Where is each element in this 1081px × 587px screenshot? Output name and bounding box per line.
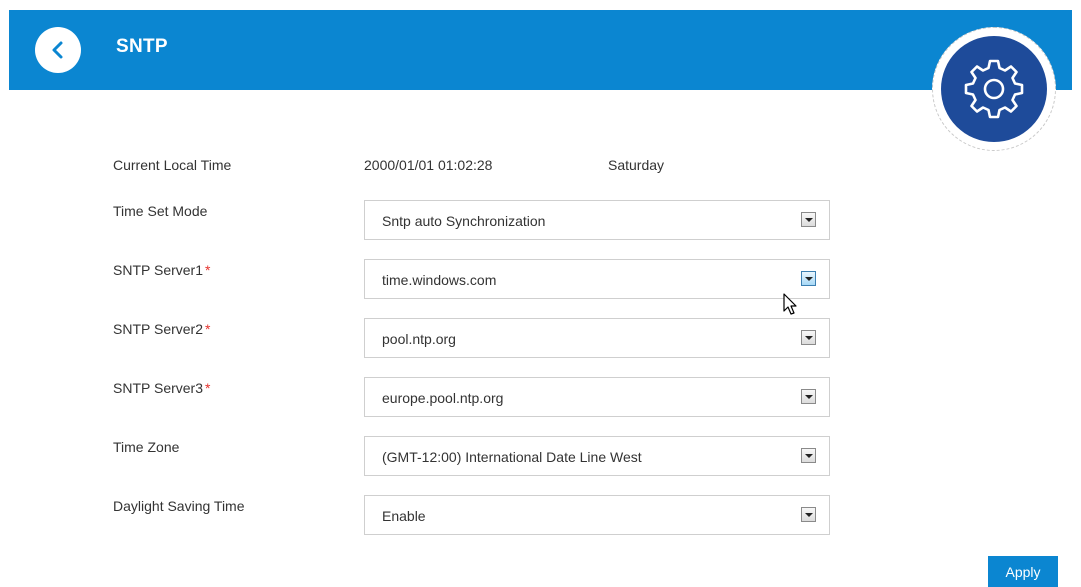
sntp-server2-label: SNTP Server2 * bbox=[113, 321, 211, 337]
required-mark: * bbox=[205, 380, 211, 396]
page-title: SNTP bbox=[116, 36, 168, 57]
gear-icon bbox=[964, 59, 1024, 119]
time-set-mode-select[interactable]: Sntp auto Synchronization bbox=[364, 200, 830, 240]
sntp-server1-select[interactable]: time.windows.com bbox=[364, 259, 830, 299]
dropdown-arrow-icon[interactable] bbox=[801, 330, 816, 345]
current-weekday: Saturday bbox=[608, 157, 665, 173]
settings-badge bbox=[941, 36, 1047, 142]
sntp-server1-value: time.windows.com bbox=[382, 272, 497, 288]
chevron-left-icon bbox=[52, 41, 63, 59]
time-set-mode-value: Sntp auto Synchronization bbox=[382, 213, 546, 229]
daylight-saving-label: Daylight Saving Time bbox=[113, 498, 245, 514]
sntp-server1-label: SNTP Server1 * bbox=[113, 262, 211, 278]
sntp-server3-value: europe.pool.ntp.org bbox=[382, 390, 504, 406]
mouse-cursor-icon bbox=[783, 293, 797, 315]
required-mark: * bbox=[205, 321, 211, 337]
dropdown-arrow-icon[interactable] bbox=[801, 507, 816, 522]
daylight-saving-select[interactable]: Enable bbox=[364, 495, 830, 535]
dropdown-arrow-icon[interactable] bbox=[801, 389, 816, 404]
sntp-server3-select[interactable]: europe.pool.ntp.org bbox=[364, 377, 830, 417]
time-zone-label: Time Zone bbox=[113, 439, 180, 455]
required-mark: * bbox=[205, 262, 211, 278]
sntp-server3-label: SNTP Server3 * bbox=[113, 380, 211, 396]
sntp-server2-value: pool.ntp.org bbox=[382, 331, 456, 347]
sntp-server2-select[interactable]: pool.ntp.org bbox=[364, 318, 830, 358]
time-zone-select[interactable]: (GMT-12:00) International Date Line West bbox=[364, 436, 830, 476]
dropdown-arrow-icon[interactable] bbox=[801, 448, 816, 463]
header-bar: SNTP bbox=[9, 10, 1072, 90]
dropdown-arrow-icon[interactable] bbox=[801, 212, 816, 227]
dropdown-arrow-icon[interactable] bbox=[801, 271, 816, 286]
current-time-label: Current Local Time bbox=[113, 157, 232, 173]
back-button[interactable] bbox=[35, 27, 81, 73]
current-time-value: 2000/01/01 01:02:28 bbox=[364, 157, 493, 173]
apply-button[interactable]: Apply bbox=[988, 556, 1058, 587]
time-zone-value: (GMT-12:00) International Date Line West bbox=[382, 449, 642, 465]
time-set-mode-label: Time Set Mode bbox=[113, 203, 208, 219]
daylight-saving-value: Enable bbox=[382, 508, 426, 524]
